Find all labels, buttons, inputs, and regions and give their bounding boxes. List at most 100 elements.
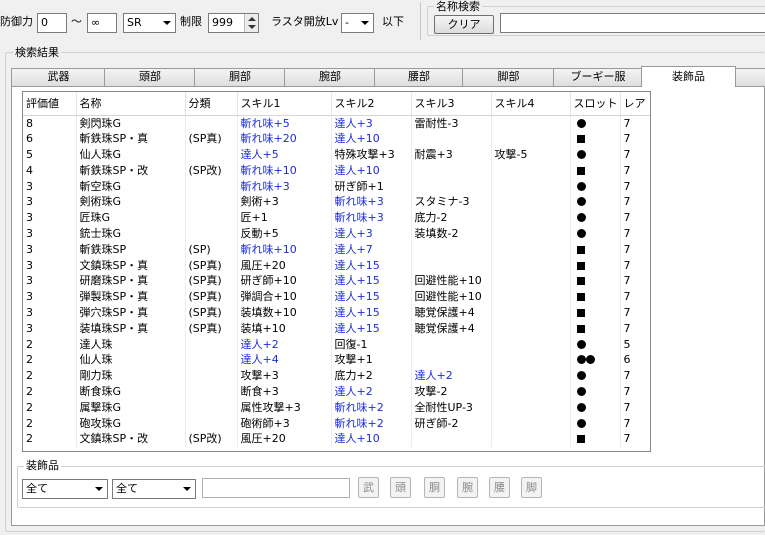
part-button-waist[interactable]: 腰 [489, 477, 510, 498]
col-rare[interactable]: レア [620, 92, 650, 116]
col-score[interactable]: 評価値 [23, 92, 77, 116]
decoration-skill-select[interactable]: 全て [112, 479, 196, 499]
cell-slot [570, 336, 621, 352]
slot-square-icon [576, 261, 585, 270]
slot-square-icon [576, 293, 585, 302]
table-row[interactable]: 3 斬鉄珠SP (SP) 斬れ味+10 達人+7 7 [23, 241, 650, 258]
col-skill3[interactable]: スキル3 [411, 92, 492, 116]
cell-skill1: 斬れ味+20 [237, 130, 332, 147]
toolbar-separator [420, 2, 421, 40]
tab-legs[interactable]: 脚部 [462, 68, 555, 86]
defense-max-input[interactable]: ∞ [87, 13, 117, 33]
col-skill1[interactable]: スキル1 [237, 92, 332, 116]
rarity-select[interactable]: SR [123, 13, 176, 33]
table-row[interactable]: 5 仙人珠G 達人+5 特殊攻撃+3 耐震+3 攻撃-5 7 [23, 146, 650, 163]
part-button-legs[interactable]: 脚 [521, 477, 542, 498]
cell-category: (SP真) [185, 320, 238, 337]
cell-skill3 [411, 241, 492, 258]
table-row[interactable]: 6 斬鉄珠SP・真 (SP真) 斬れ味+20 達人+10 7 [23, 130, 650, 147]
cell-rare: 7 [620, 367, 650, 384]
clear-button[interactable]: クリア [434, 15, 494, 34]
cell-score: 2 [23, 399, 77, 416]
decoration-skill-value: 全て [116, 482, 138, 495]
cell-name: 文鎮珠SP・真 [76, 257, 186, 273]
cell-skill1: 達人+2 [237, 336, 332, 352]
cell-skill1: 風圧+20 [237, 430, 332, 447]
defense-min-input[interactable]: 0 [37, 13, 67, 33]
table-row[interactable]: 2 仙人珠 達人+4 攻撃+1 6 [23, 351, 650, 368]
cell-skill3 [411, 162, 492, 179]
table-row[interactable]: 2 達人珠 達人+2 回復-1 5 [23, 336, 650, 352]
results-table[interactable]: 評価値 名称 分類 スキル1 スキル2 スキル3 スキル4 スロット レア 8剣… [22, 91, 651, 452]
tab-arms[interactable]: 腕部 [284, 68, 376, 86]
table-row[interactable]: 3 文鎮珠SP・真 (SP真) 風圧+20 達人+15 7 [23, 257, 650, 273]
part-button-head[interactable]: 頭 [390, 477, 411, 498]
part-button-arms[interactable]: 腕 [457, 477, 478, 498]
cell-skill1: 斬れ味+10 [237, 162, 332, 179]
col-skill4[interactable]: スキル4 [491, 92, 571, 116]
cell-score: 3 [23, 241, 77, 258]
cell-rare: 5 [620, 336, 650, 352]
tab-head[interactable]: 頭部 [104, 68, 196, 86]
cell-skill1: 攻撃+3 [237, 367, 332, 384]
tab-weapon[interactable]: 武器 [11, 68, 106, 86]
table-row[interactable]: 3 弾穴珠SP・真 (SP真) 装填数+10 達人+15 聴覚保護+4 7 [23, 304, 650, 321]
limit-stepper[interactable]: 999 [208, 13, 259, 33]
rarity-select-value: SR [127, 16, 142, 29]
cell-skill2: 斬れ味+2 [331, 399, 412, 416]
table-row[interactable]: 3 弾製珠SP・真 (SP真) 弾調合+10 達人+15 回避性能+10 7 [23, 288, 650, 305]
col-slot[interactable]: スロット [570, 92, 621, 116]
stepper-arrows-icon[interactable] [244, 14, 258, 32]
cell-rare: 7 [620, 115, 650, 131]
part-button-body[interactable]: 胴 [424, 477, 445, 498]
cell-slot [570, 430, 621, 447]
tab-more[interactable]: ス [734, 68, 765, 86]
rasta-select-value: - [345, 16, 349, 29]
cell-skill4 [491, 257, 571, 273]
col-category[interactable]: 分類 [185, 92, 238, 116]
table-row[interactable]: 8 剣閃珠G 斬れ味+5 達人+3 雷耐性-3 7 [23, 115, 650, 131]
slot-square-icon [576, 277, 585, 286]
table-row[interactable]: 2 断食珠G 断食+3 達人+2 攻撃-2 7 [23, 383, 650, 400]
cell-rare: 7 [620, 288, 650, 305]
table-row[interactable]: 2 剛力珠 攻撃+3 底力+2 達人+2 7 [23, 367, 650, 384]
cell-rare: 7 [620, 320, 650, 337]
part-button-weapon[interactable]: 武 [358, 477, 379, 498]
table-row[interactable]: 3 研磨珠SP・真 (SP真) 研ぎ師+10 達人+15 回避性能+10 7 [23, 272, 650, 289]
cell-score: 3 [23, 178, 77, 194]
limit-value: 999 [212, 16, 233, 29]
cell-category [185, 383, 238, 400]
tab-body[interactable]: 胴部 [194, 68, 286, 86]
cell-skill3 [411, 257, 492, 273]
table-row[interactable]: 3 銃士珠G 反動+5 達人+3 装填数-2 7 [23, 225, 650, 242]
cell-score: 2 [23, 336, 77, 352]
cell-category: (SP真) [185, 272, 238, 289]
cell-slot [570, 257, 621, 273]
cell-slot [570, 320, 621, 337]
table-row[interactable]: 4 斬鉄珠SP・改 (SP改) 斬れ味+10 達人+10 7 [23, 162, 650, 179]
name-search-input[interactable] [500, 13, 765, 33]
slot-square-icon [576, 245, 585, 254]
table-row[interactable]: 3 斬空珠G 斬れ味+3 研ぎ師+1 7 [23, 178, 650, 194]
table-row[interactable]: 2 文鎮珠SP・改 (SP改) 風圧+20 達人+10 7 [23, 430, 650, 447]
decoration-name-input[interactable] [202, 478, 350, 498]
cell-skill4 [491, 351, 571, 368]
cell-score: 3 [23, 225, 77, 242]
table-row[interactable]: 3 剣術珠G 剣術+3 斬れ味+3 スタミナ-3 7 [23, 193, 650, 210]
decoration-type-select[interactable]: 全て [22, 479, 108, 499]
table-row[interactable]: 2 属撃珠G 属性攻撃+3 斬れ味+2 全耐性UP-3 7 [23, 399, 650, 416]
tab-boogie[interactable]: ブーギー服 [553, 68, 643, 86]
cell-rare: 7 [620, 178, 650, 194]
cell-slot [570, 162, 621, 179]
cell-name: 研磨珠SP・真 [76, 272, 186, 289]
col-name[interactable]: 名称 [76, 92, 186, 116]
tab-waist[interactable]: 腰部 [374, 68, 464, 86]
cell-name: 仙人珠G [76, 146, 186, 163]
col-skill2[interactable]: スキル2 [331, 92, 412, 116]
cell-slot [570, 304, 621, 321]
table-row[interactable]: 3 装填珠SP・真 (SP真) 装填+10 達人+15 聴覚保護+4 7 [23, 320, 650, 337]
table-row[interactable]: 2 砲攻珠G 砲術師+3 斬れ味+2 研ぎ師-2 7 [23, 415, 650, 431]
rasta-select[interactable]: - [341, 13, 374, 33]
table-row[interactable]: 3 匠珠G 匠+1 斬れ味+3 底力-2 7 [23, 209, 650, 226]
tab-decoration[interactable]: 装飾品 [641, 66, 736, 87]
